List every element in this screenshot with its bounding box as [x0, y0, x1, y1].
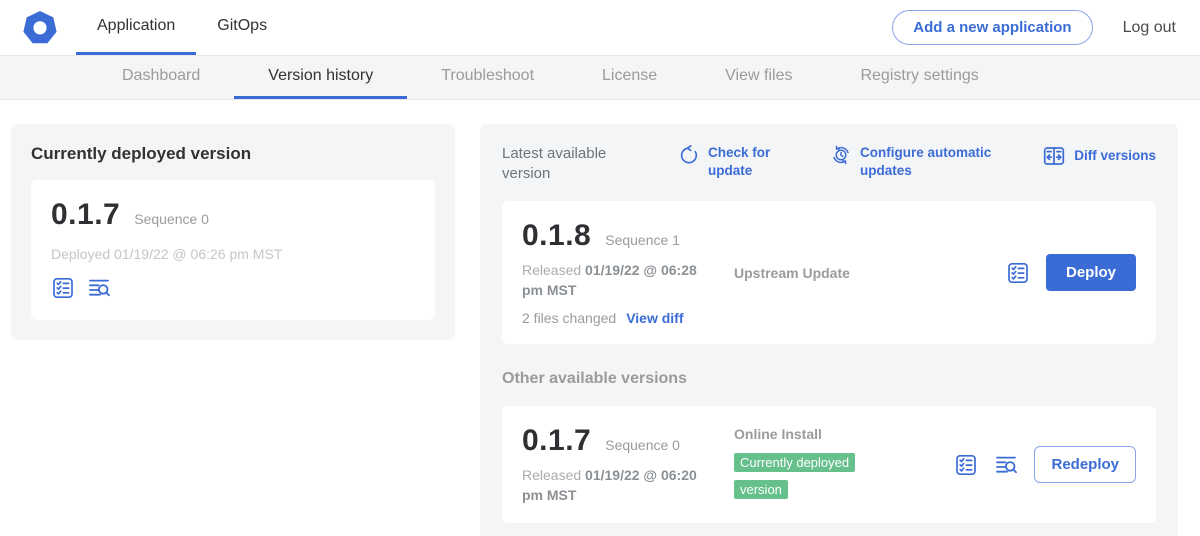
app-nav: Application GitOps [76, 0, 288, 55]
tab-dashboard[interactable]: Dashboard [88, 56, 234, 99]
other-version-info: 0.1.7 Sequence 0 Released 01/19/22 @ 06:… [522, 424, 722, 505]
diff-icon [1042, 144, 1066, 168]
top-header: Application GitOps Add a new application… [0, 0, 1200, 56]
deployed-sequence-label: Sequence 0 [134, 211, 209, 227]
configure-automatic-updates-link[interactable]: Configure automatic updates [830, 144, 992, 179]
files-changed-label: 2 files changed [522, 310, 616, 326]
other-source-label: Online Install [734, 426, 954, 442]
files-changed-row: 2 files changed View diff [522, 310, 722, 326]
schedule-icon [830, 144, 852, 166]
tab-gitops[interactable]: GitOps [196, 0, 288, 55]
latest-version-row: 0.1.8 Sequence 1 Released 01/19/22 @ 06:… [502, 201, 1156, 344]
header-right: Add a new application Log out [892, 10, 1176, 45]
kots-logo-icon [22, 10, 58, 46]
app-subnav: Dashboard Version history Troubleshoot L… [0, 56, 1200, 100]
tab-license[interactable]: License [568, 56, 691, 99]
configure-automatic-updates-label: Configure automatic updates [860, 144, 992, 179]
view-diff-link[interactable]: View diff [626, 310, 683, 326]
currently-deployed-badge-wrap: Currently deployed version [734, 450, 882, 503]
other-source-column: Online Install Currently deployed versio… [722, 426, 954, 503]
other-actions: Redeploy [954, 446, 1136, 483]
latest-sequence-label: Sequence 1 [605, 232, 680, 248]
deployed-version-card: 0.1.7 Sequence 0 Deployed 01/19/22 @ 06:… [31, 180, 435, 320]
check-for-update-link[interactable]: Check for update [678, 144, 778, 179]
latest-version-info: 0.1.8 Sequence 1 Released 01/19/22 @ 06:… [522, 219, 722, 326]
other-sequence-label: Sequence 0 [605, 437, 680, 453]
check-for-update-label: Check for update [708, 144, 778, 179]
add-new-application-button[interactable]: Add a new application [892, 10, 1092, 45]
tab-view-files[interactable]: View files [691, 56, 826, 99]
available-panel-header: Latest available version Check for updat… [502, 144, 1156, 183]
latest-source-column: Upstream Update [722, 265, 1006, 281]
latest-released-timestamp: Released 01/19/22 @ 06:28 pm MST [522, 261, 718, 300]
latest-available-title: Latest available version [502, 144, 620, 183]
latest-version-number: 0.1.8 [522, 219, 591, 253]
update-actions: Check for update Configure automatic upd… [678, 144, 992, 179]
tab-registry-settings[interactable]: Registry settings [826, 56, 1012, 99]
deployed-timestamp: Deployed 01/19/22 @ 06:26 pm MST [51, 246, 415, 262]
other-version-number: 0.1.7 [522, 424, 591, 458]
redeploy-button[interactable]: Redeploy [1034, 446, 1136, 483]
preflight-checks-icon[interactable] [51, 276, 75, 300]
preflight-checks-icon[interactable] [954, 453, 978, 477]
deployed-actions [51, 276, 415, 300]
other-released-timestamp: Released 01/19/22 @ 06:20 pm MST [522, 466, 718, 505]
deploy-button[interactable]: Deploy [1046, 254, 1136, 291]
available-versions-panel: Latest available version Check for updat… [480, 124, 1178, 536]
tab-troubleshoot[interactable]: Troubleshoot [407, 56, 568, 99]
deploy-logs-icon[interactable] [994, 453, 1018, 477]
tab-version-history[interactable]: Version history [234, 56, 407, 99]
tab-application[interactable]: Application [76, 0, 196, 55]
latest-actions: Deploy [1006, 254, 1136, 291]
deployed-card-title: Currently deployed version [31, 144, 435, 164]
deployed-version-number: 0.1.7 [51, 198, 120, 232]
main-content: Currently deployed version 0.1.7 Sequenc… [0, 100, 1200, 536]
diff-versions-link[interactable]: Diff versions [1042, 144, 1156, 168]
preflight-checks-icon[interactable] [1006, 261, 1030, 285]
refresh-icon [678, 144, 700, 166]
latest-source-label: Upstream Update [734, 265, 1006, 281]
other-versions-title: Other available versions [502, 370, 1156, 388]
deployed-version-row: 0.1.7 Sequence 0 [51, 198, 415, 232]
logout-link[interactable]: Log out [1123, 19, 1176, 37]
deploy-logs-icon[interactable] [87, 276, 111, 300]
other-version-row: 0.1.7 Sequence 0 Released 01/19/22 @ 06:… [502, 406, 1156, 523]
currently-deployed-card: Currently deployed version 0.1.7 Sequenc… [11, 124, 455, 340]
currently-deployed-badge: Currently deployed version [734, 453, 855, 498]
diff-versions-label: Diff versions [1074, 147, 1156, 165]
